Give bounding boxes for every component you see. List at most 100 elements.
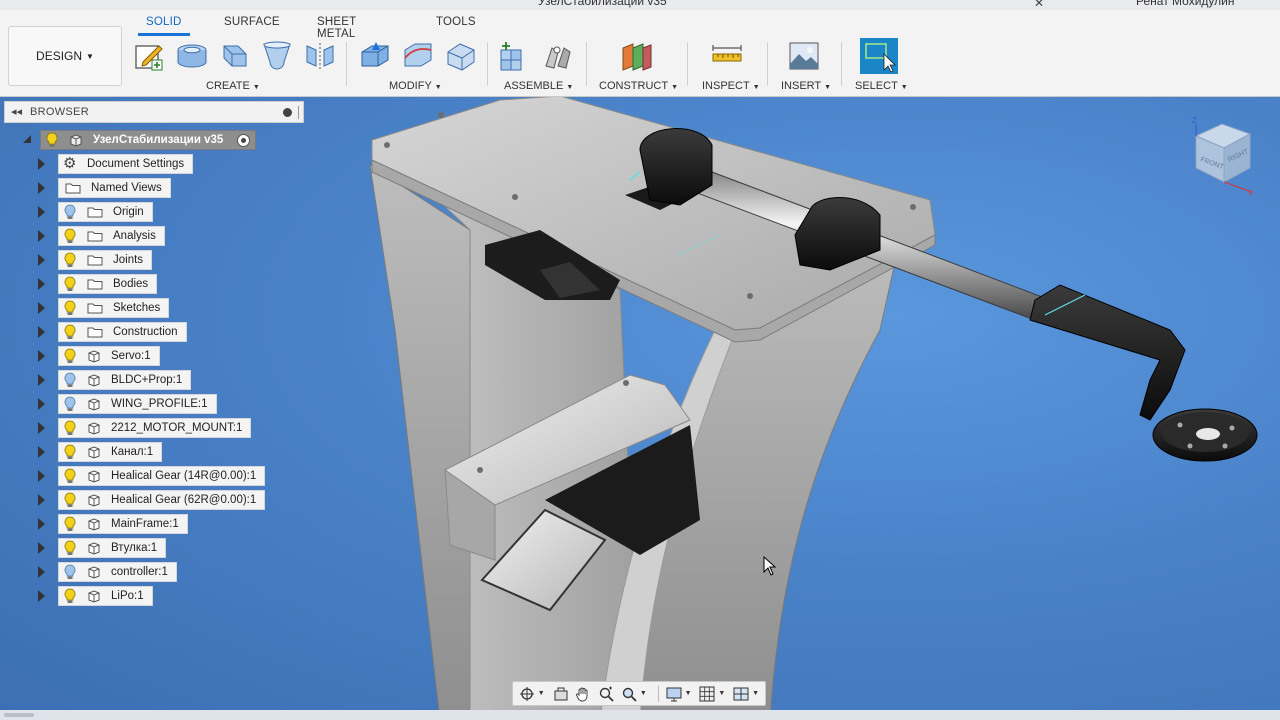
measure-icon[interactable]: [710, 40, 744, 72]
fillet-icon[interactable]: [401, 40, 435, 72]
browser-item[interactable]: Healical Gear (62R@0.00):1: [58, 490, 266, 510]
viewports-icon[interactable]: [731, 685, 751, 703]
visibility-bulb-icon[interactable]: [63, 468, 77, 484]
visibility-bulb-icon[interactable]: [63, 492, 77, 508]
expand-arrow-icon[interactable]: [38, 422, 45, 434]
scrollbar-thumb[interactable]: [4, 713, 34, 717]
visibility-bulb-icon[interactable]: [63, 420, 77, 436]
select-menu[interactable]: SELECT ▼: [855, 80, 908, 92]
revolve-icon[interactable]: [218, 40, 252, 72]
select-icon[interactable]: [860, 38, 898, 74]
browser-item[interactable]: BLDC+Prop:1: [58, 370, 192, 390]
browser-item[interactable]: Servo:1: [58, 346, 160, 366]
visibility-bulb-icon[interactable]: [63, 588, 77, 604]
visibility-bulb-icon[interactable]: [63, 444, 77, 460]
browser-item[interactable]: controller:1: [58, 562, 177, 582]
expand-arrow-icon[interactable]: [38, 206, 45, 218]
chevron-down-icon[interactable]: ▼: [752, 690, 759, 697]
browser-item[interactable]: Втулка:1: [58, 538, 167, 558]
expand-arrow-icon[interactable]: [38, 590, 45, 602]
visibility-bulb-icon[interactable]: [63, 372, 77, 388]
visibility-bulb-icon[interactable]: [63, 564, 77, 580]
extrude-icon[interactable]: [175, 40, 209, 72]
chevron-down-icon[interactable]: ▼: [718, 690, 725, 697]
expand-arrow-icon[interactable]: [38, 278, 45, 290]
visibility-bulb-icon[interactable]: [63, 204, 77, 220]
tab-solid[interactable]: SOLID: [138, 16, 189, 36]
view-cube[interactable]: FRONT RIGHT Z X: [1188, 114, 1258, 196]
grid-icon[interactable]: [698, 685, 718, 703]
visibility-bulb-icon[interactable]: [63, 516, 77, 532]
panel-resize-handle[interactable]: [298, 106, 299, 119]
press-pull-icon[interactable]: [358, 40, 392, 72]
browser-item[interactable]: Construction: [58, 322, 187, 342]
tab-sheet-metal[interactable]: SHEET METAL: [317, 16, 356, 40]
workspace-switcher[interactable]: DESIGN ▼: [8, 26, 122, 86]
chevron-down-icon[interactable]: ▼: [685, 690, 692, 697]
tab-surface[interactable]: SURFACE: [224, 16, 280, 28]
browser-item[interactable]: Origin: [58, 202, 153, 222]
tab-tools[interactable]: TOOLS: [436, 16, 476, 28]
visibility-bulb-icon[interactable]: [63, 348, 77, 364]
joint-icon[interactable]: [540, 40, 574, 72]
pin-panel-icon[interactable]: [283, 108, 292, 117]
insert-menu[interactable]: INSERT ▼: [781, 80, 831, 92]
assemble-menu[interactable]: ASSEMBLE ▼: [504, 80, 573, 92]
horizontal-scrollbar[interactable]: [0, 710, 1280, 720]
expand-arrow-icon[interactable]: [38, 158, 45, 170]
mirror-icon[interactable]: [303, 40, 337, 72]
expand-arrow-icon[interactable]: [38, 230, 45, 242]
expand-arrow-icon[interactable]: [38, 518, 45, 530]
browser-item[interactable]: Joints: [58, 250, 153, 270]
visibility-bulb-icon[interactable]: [63, 396, 77, 412]
create-menu[interactable]: CREATE ▼: [206, 80, 260, 92]
browser-item[interactable]: Канал:1: [58, 442, 163, 462]
zoom-icon[interactable]: [596, 685, 616, 703]
visibility-bulb-icon[interactable]: [63, 228, 77, 244]
browser-item[interactable]: Named Views: [58, 178, 171, 198]
fit-icon[interactable]: [619, 685, 639, 703]
expand-arrow-icon[interactable]: [38, 566, 45, 578]
orbit-icon[interactable]: [517, 685, 537, 703]
expand-arrow-icon[interactable]: [38, 398, 45, 410]
expand-arrow-icon[interactable]: [38, 542, 45, 554]
look-at-icon[interactable]: [551, 685, 571, 703]
visibility-bulb-icon[interactable]: [63, 300, 77, 316]
new-component-icon[interactable]: [497, 40, 531, 72]
close-tab-icon[interactable]: ✕: [1034, 0, 1044, 10]
visibility-bulb-icon[interactable]: [63, 276, 77, 292]
browser-item[interactable]: 2212_MOTOR_MOUNT:1: [58, 418, 252, 438]
expand-arrow-icon[interactable]: [38, 182, 45, 194]
visibility-bulb-icon[interactable]: [63, 324, 77, 340]
browser-item[interactable]: Analysis: [58, 226, 165, 246]
browser-item[interactable]: MainFrame:1: [58, 514, 188, 534]
chevron-down-icon[interactable]: ▼: [538, 690, 545, 697]
expand-arrow-icon[interactable]: [38, 470, 45, 482]
browser-item[interactable]: Bodies: [58, 274, 158, 294]
display-settings-icon[interactable]: [664, 685, 684, 703]
modify-menu[interactable]: MODIFY ▼: [389, 80, 442, 92]
chevron-down-icon[interactable]: ▼: [640, 690, 647, 697]
shell-icon[interactable]: [444, 40, 478, 72]
activate-target-icon[interactable]: [237, 133, 251, 147]
expand-arrow-icon[interactable]: [38, 302, 45, 314]
inspect-menu[interactable]: INSPECT ▼: [702, 80, 760, 92]
expand-arrow-icon[interactable]: [38, 494, 45, 506]
expand-arrow-icon[interactable]: [38, 446, 45, 458]
visibility-bulb-icon[interactable]: [63, 252, 77, 268]
user-name[interactable]: Ренат Мохидулин: [1136, 0, 1234, 8]
insert-image-icon[interactable]: [787, 40, 821, 72]
expand-arrow-icon[interactable]: [38, 326, 45, 338]
expand-arrow-icon[interactable]: [38, 374, 45, 386]
expand-arrow-icon[interactable]: [38, 254, 45, 266]
browser-item[interactable]: ⚙ Document Settings: [58, 154, 194, 174]
visibility-bulb-icon[interactable]: [63, 540, 77, 556]
visibility-bulb-icon[interactable]: [45, 132, 59, 148]
expand-arrow-icon[interactable]: [38, 350, 45, 362]
pan-icon[interactable]: [574, 685, 594, 703]
sweep-icon[interactable]: [260, 40, 294, 72]
collapse-arrow-icon[interactable]: [22, 134, 32, 144]
browser-item[interactable]: LiPo:1: [58, 586, 153, 606]
browser-item[interactable]: Healical Gear (14R@0.00):1: [58, 466, 266, 486]
browser-root-item[interactable]: УзелСтабилизации v35: [40, 130, 257, 150]
